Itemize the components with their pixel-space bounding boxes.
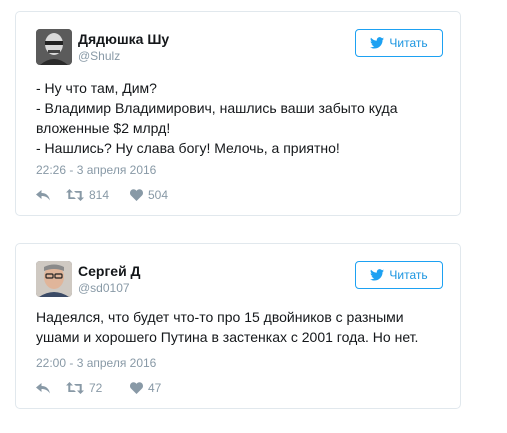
follow-label: Читать [389, 36, 428, 50]
tweet-card: Сергей Д @sd0107 Читать Надеялся, что бу… [15, 243, 461, 409]
tweet-actions: 814 504 [36, 188, 168, 202]
like-button[interactable]: 47 [130, 381, 161, 395]
tweet-text: Надеялся, что будет что-то про 15 двойни… [36, 309, 419, 345]
retweet-icon [66, 382, 84, 394]
follow-label: Читать [389, 268, 428, 282]
like-button[interactable]: 504 [130, 188, 168, 202]
tweet-card: Дядюшка Шу @Shulz Читать - Ну что там, Д… [15, 11, 461, 216]
heart-icon [130, 189, 143, 201]
reply-icon [36, 189, 50, 200]
reply-icon [36, 382, 50, 393]
reply-button[interactable] [36, 382, 66, 394]
retweet-count: 72 [89, 381, 103, 395]
twitter-bird-icon [370, 37, 385, 49]
avatar[interactable] [36, 261, 72, 297]
author-handle[interactable]: @sd0107 [78, 281, 130, 295]
retweet-button[interactable]: 814 [66, 188, 130, 202]
heart-icon [130, 382, 143, 394]
tweet-actions: 72 47 [36, 381, 161, 395]
follow-button[interactable]: Читать [355, 261, 443, 289]
author-name[interactable]: Сергей Д [78, 263, 141, 279]
like-count: 504 [148, 188, 169, 202]
follow-button[interactable]: Читать [355, 29, 443, 57]
retweet-button[interactable]: 72 [66, 381, 130, 395]
author-name[interactable]: Дядюшка Шу [78, 31, 169, 47]
like-count: 47 [148, 381, 162, 395]
tweet-timestamp[interactable]: 22:26 - 3 апреля 2016 [36, 163, 156, 177]
retweet-count: 814 [89, 188, 110, 202]
avatar[interactable] [36, 29, 72, 65]
twitter-bird-icon [370, 269, 385, 281]
tweet-timestamp[interactable]: 22:00 - 3 апреля 2016 [36, 356, 156, 370]
tweet-text: - Ну что там, Дим? - Владимир Владимиров… [36, 80, 398, 156]
reply-button[interactable] [36, 189, 66, 201]
retweet-icon [66, 189, 84, 201]
author-handle[interactable]: @Shulz [78, 49, 120, 63]
